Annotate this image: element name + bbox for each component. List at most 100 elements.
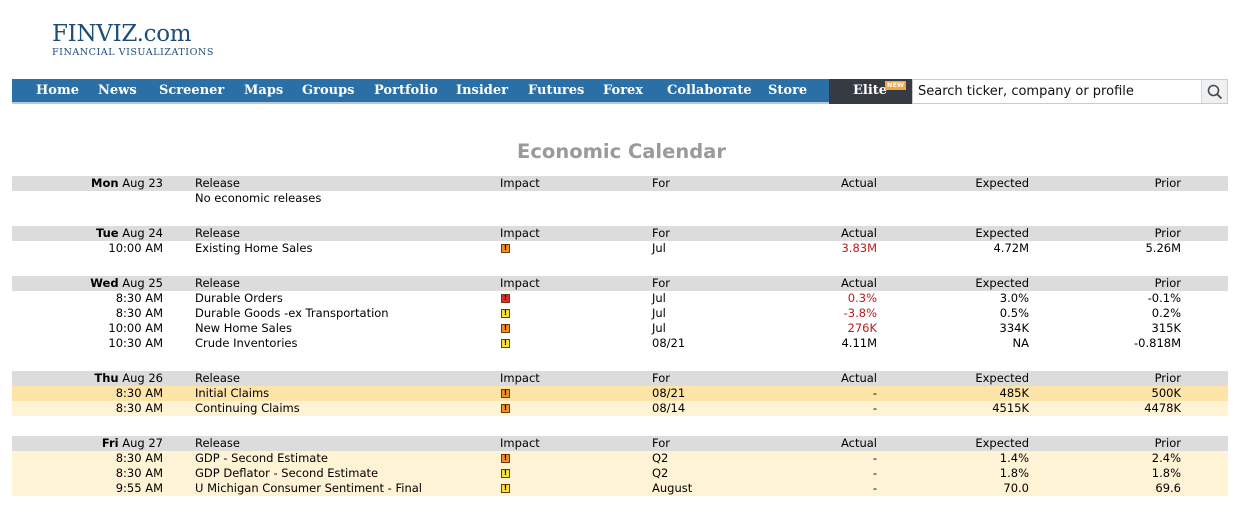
- finviz-logo[interactable]: FINVIZ.com FINANCIAL VISUALIZATIONS: [52, 20, 214, 58]
- nav-futures[interactable]: Futures: [528, 79, 584, 102]
- event-time: 8:30 AM: [115, 306, 163, 320]
- event-period: August: [652, 481, 693, 495]
- event-release-link[interactable]: Initial Claims: [195, 386, 269, 401]
- table-row: 10:30 AM Crude Inventories! 08/21 4.11M NA -0…: [12, 336, 1228, 351]
- event-period: Jul: [652, 306, 666, 320]
- event-time: 10:00 AM: [108, 321, 163, 335]
- day-spacer: [12, 416, 1228, 436]
- elite-label: Elite: [853, 83, 888, 98]
- table-row: 8:30 AM Durable Goods -ex Transportation!…: [12, 306, 1228, 321]
- event-expected: 1.8%: [999, 466, 1029, 480]
- nav-insider[interactable]: Insider: [456, 79, 508, 102]
- event-prior: 500K: [1151, 386, 1182, 400]
- event-time: 8:30 AM: [115, 466, 163, 480]
- event-period: Q2: [652, 451, 669, 465]
- event-actual: 0.3%: [847, 291, 877, 305]
- impact-medium-icon: !: [501, 324, 510, 333]
- column-header-impact: Impact: [500, 276, 540, 290]
- event-prior: 69.6: [1155, 481, 1181, 495]
- event-release-link[interactable]: Durable Orders: [195, 291, 283, 306]
- search-icon: [1207, 84, 1222, 99]
- nav-screener[interactable]: Screener: [159, 79, 224, 102]
- day-label: Tue Aug 24: [96, 226, 163, 241]
- day-weekday: Tue: [96, 226, 119, 240]
- event-expected: 334K: [999, 321, 1030, 335]
- day-date: Aug 27: [122, 436, 163, 450]
- event-prior: 4478K: [1144, 401, 1181, 415]
- column-header-actual: Actual: [840, 176, 877, 190]
- nav-elite[interactable]: Elite NEW: [829, 79, 912, 104]
- column-header-expected: Expected: [975, 176, 1029, 190]
- day-date: Aug 26: [122, 371, 163, 385]
- event-release-link[interactable]: Continuing Claims: [195, 401, 300, 416]
- nav-store[interactable]: Store: [768, 79, 807, 102]
- column-header-release: Release: [195, 371, 240, 385]
- event-expected: 485K: [999, 386, 1030, 400]
- event-expected: 0.5%: [999, 306, 1029, 320]
- column-header-for: For: [652, 436, 670, 450]
- column-header-impact: Impact: [500, 226, 540, 240]
- table-row: 10:00 AM Existing Home Sales! Jul 3.83M 4.72…: [12, 241, 1228, 256]
- page-title: Economic Calendar: [517, 140, 726, 163]
- impact-high-icon: !: [501, 294, 510, 303]
- event-prior: -0.818M: [1134, 336, 1181, 350]
- event-prior: 2.4%: [1151, 451, 1181, 465]
- event-expected: 4.72M: [993, 241, 1029, 255]
- day-spacer: [12, 206, 1228, 226]
- event-prior: 315K: [1151, 321, 1182, 335]
- logo-title: FINVIZ.com: [52, 21, 192, 47]
- event-period: Jul: [652, 241, 666, 255]
- search-box: [912, 79, 1228, 104]
- impact-low-icon: !: [501, 339, 510, 348]
- nav-groups[interactable]: Groups: [302, 79, 354, 102]
- impact-low-icon: !: [501, 309, 510, 318]
- day-spacer: [12, 256, 1228, 276]
- column-header-for: For: [652, 371, 670, 385]
- column-header-release: Release: [195, 276, 240, 290]
- nav-home[interactable]: Home: [36, 79, 79, 102]
- event-actual: 276K: [847, 321, 878, 335]
- column-header-prior: Prior: [1154, 436, 1181, 450]
- event-actual: -: [872, 466, 877, 480]
- event-release-link[interactable]: GDP Deflator - Second Estimate: [195, 466, 378, 481]
- event-period: 08/14: [652, 401, 686, 415]
- day-label: Fri Aug 27: [102, 436, 163, 451]
- event-release-link[interactable]: Crude Inventories: [195, 336, 297, 351]
- column-header-impact: Impact: [500, 371, 540, 385]
- event-actual: -: [872, 386, 877, 400]
- event-release-link[interactable]: Durable Goods -ex Transportation: [195, 306, 389, 321]
- day-label: Wed Aug 25: [90, 276, 163, 291]
- column-header-expected: Expected: [975, 276, 1029, 290]
- column-header-release: Release: [195, 436, 240, 450]
- event-period: Jul: [652, 291, 666, 305]
- nav-forex[interactable]: Forex: [603, 79, 643, 102]
- column-header-prior: Prior: [1154, 226, 1181, 240]
- event-release-link[interactable]: Existing Home Sales: [195, 241, 312, 256]
- event-period: 08/21: [652, 336, 686, 350]
- impact-low-icon: !: [501, 469, 510, 478]
- day-header-row: Thu Aug 26 Release Impact For Actual Expected…: [12, 371, 1228, 386]
- day-header-row: Wed Aug 25 Release Impact For Actual Expected…: [12, 276, 1228, 291]
- column-header-for: For: [652, 226, 670, 240]
- search-input[interactable]: [913, 80, 1201, 103]
- day-weekday: Thu: [94, 371, 119, 385]
- event-period: 08/21: [652, 386, 686, 400]
- no-releases-row: No economic releases: [12, 191, 1228, 206]
- column-header-impact: Impact: [500, 436, 540, 450]
- event-release-link[interactable]: New Home Sales: [195, 321, 292, 336]
- nav-maps[interactable]: Maps: [244, 79, 283, 102]
- nav-news[interactable]: News: [98, 79, 137, 102]
- column-header-actual: Actual: [840, 226, 877, 240]
- table-row: 8:30 AM Initial Claims! 08/21 - 485K 500K: [12, 386, 1228, 401]
- event-release-link[interactable]: U Michigan Consumer Sentiment - Final: [195, 481, 422, 496]
- table-row: 8:30 AM GDP - Second Estimate! Q2 - 1.4% 2.4%: [12, 451, 1228, 466]
- column-header-expected: Expected: [975, 371, 1029, 385]
- table-row: 9:55 AM U Michigan Consumer Sentiment - F…: [12, 481, 1228, 496]
- table-row: 8:30 AM Durable Orders! Jul 0.3% 3.0% -0.1%: [12, 291, 1228, 306]
- day-header-row: Fri Aug 27 Release Impact For Actual Expected…: [12, 436, 1228, 451]
- nav-collaborate[interactable]: Collaborate: [667, 79, 752, 102]
- search-button[interactable]: [1201, 80, 1227, 103]
- event-release-link[interactable]: GDP - Second Estimate: [195, 451, 328, 466]
- nav-portfolio[interactable]: Portfolio: [374, 79, 438, 102]
- impact-medium-icon: !: [501, 454, 510, 463]
